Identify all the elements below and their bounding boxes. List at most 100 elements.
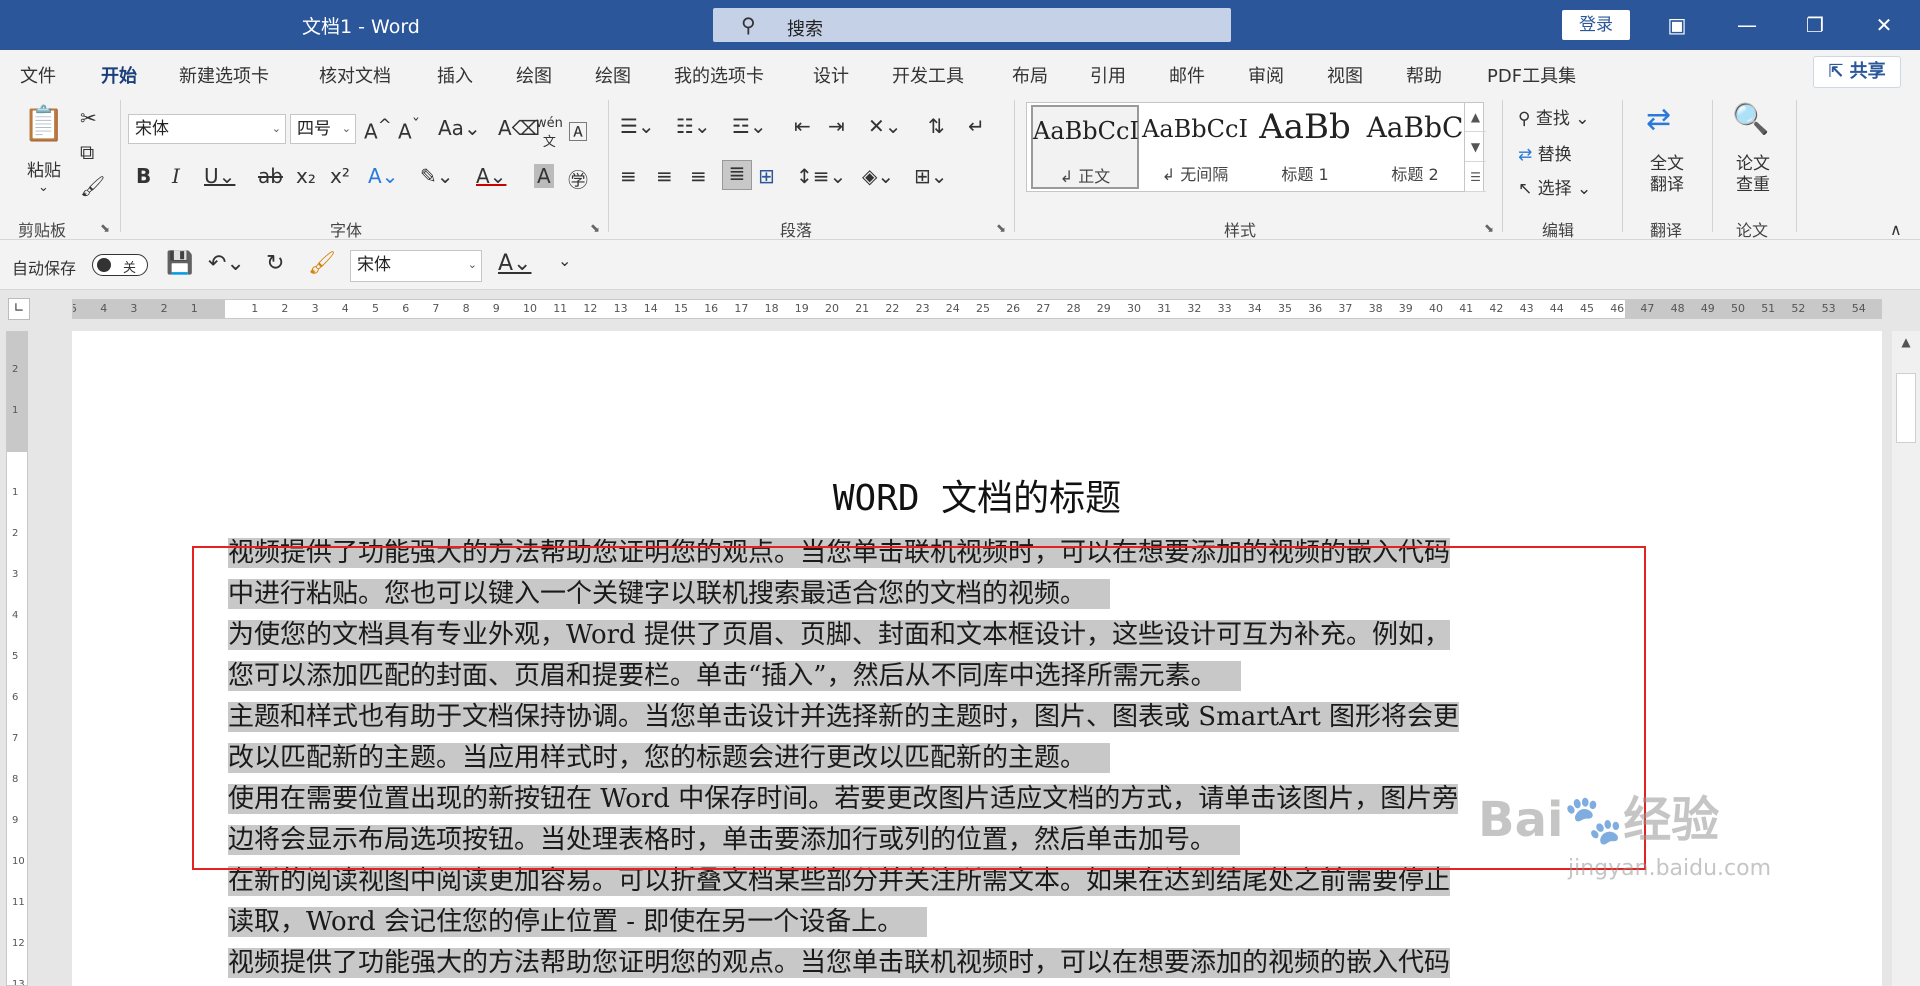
style-heading-1[interactable]: AaBb 标题 1 xyxy=(1251,105,1359,189)
body-line[interactable]: 视频提供了功能强大的方法帮助您证明您的观点。当您单击联机视频时，可以在想要添加的… xyxy=(228,533,1628,574)
tab-review[interactable]: 审阅 xyxy=(1248,62,1284,88)
body-line[interactable]: 为使您的文档具有专业外观，Word 提供了页眉、页脚、封面和文本框设计，这些设计… xyxy=(228,615,1628,656)
multilevel-list-icon[interactable]: ☲⌄ xyxy=(732,114,767,138)
style-normal[interactable]: AaBbCcI ↲ 正文 xyxy=(1031,105,1139,189)
format-painter-icon[interactable]: 🖌 xyxy=(80,174,105,198)
borders-icon[interactable]: ⊞⌄ xyxy=(914,164,948,188)
body-line[interactable]: 在新的阅读视图中阅读更加容易。可以折叠文档某些部分并关注所需文本。如果在达到结尾… xyxy=(228,861,1628,902)
tab-draw-2[interactable]: 绘图 xyxy=(595,62,631,88)
vertical-ruler[interactable]: 32112345678910111213 xyxy=(6,331,28,986)
chevron-down-icon[interactable]: ▼ xyxy=(1465,132,1486,162)
align-right-icon[interactable]: ≡ xyxy=(690,164,707,188)
paper-check-button[interactable]: 论文 查重 xyxy=(1732,154,1774,196)
change-case-icon[interactable]: Aa⌄ xyxy=(438,116,481,140)
font-launcher-icon[interactable]: ⬊ xyxy=(590,221,600,235)
paste-dropdown-icon[interactable]: ⌄ xyxy=(38,180,49,195)
find-button[interactable]: ⚲ 查找 ⌄ xyxy=(1518,104,1590,129)
cut-icon[interactable]: ✂ xyxy=(80,106,97,130)
tab-help[interactable]: 帮助 xyxy=(1406,62,1442,88)
document-heading[interactable]: WORD 文档的标题 xyxy=(72,469,1882,521)
styles-launcher-icon[interactable]: ⬊ xyxy=(1484,221,1494,235)
font-color-icon[interactable]: A⌄ xyxy=(498,251,531,276)
scroll-up-icon[interactable]: ▲ xyxy=(1896,335,1916,355)
distributed-icon[interactable]: ⊞ xyxy=(758,164,775,188)
align-left-icon[interactable]: ≡ xyxy=(620,164,637,188)
translate-button[interactable]: 全文 翻译 xyxy=(1646,154,1688,196)
body-line[interactable]: 改以匹配新的主题。当应用样式时，您的标题会进行更改以匹配新的主题。 xyxy=(228,738,1628,779)
collapse-ribbon-icon[interactable]: ∧ xyxy=(1890,220,1902,239)
character-shading-icon[interactable]: A xyxy=(534,164,554,188)
underline-icon[interactable]: U⌄ xyxy=(204,164,235,188)
shading-icon[interactable]: ◈⌄ xyxy=(862,164,894,188)
minimize-icon[interactable]: — xyxy=(1727,8,1767,42)
font-name-combo[interactable]: 宋体 ⌄ xyxy=(128,114,286,144)
tab-insert[interactable]: 插入 xyxy=(437,62,473,88)
login-button[interactable]: 登录 xyxy=(1562,10,1630,40)
restore-icon[interactable]: ❐ xyxy=(1795,8,1835,42)
paste-button[interactable]: 粘贴 xyxy=(20,156,68,181)
paper-check-icon[interactable]: 🔍 xyxy=(1732,102,1769,137)
customize-qat-icon[interactable]: ⌄ xyxy=(558,251,571,270)
scroll-thumb[interactable] xyxy=(1896,373,1916,443)
tab-mailings[interactable]: 邮件 xyxy=(1169,62,1205,88)
grow-font-icon[interactable]: A^ xyxy=(364,116,392,144)
superscript-icon[interactable]: x² xyxy=(330,164,350,188)
body-line[interactable]: 视频提供了功能强大的方法帮助您证明您的观点。当您单击联机视频时，可以在想要添加的… xyxy=(228,943,1628,984)
tab-layout[interactable]: 布局 xyxy=(1012,62,1048,88)
subscript-icon[interactable]: x₂ xyxy=(296,164,316,188)
horizontal-ruler[interactable]: 5432112345678910111213141516171819202122… xyxy=(72,299,1882,319)
justify-icon[interactable]: ≣ xyxy=(722,160,752,190)
translate-icon[interactable]: ⇄ xyxy=(1646,102,1671,137)
tab-file[interactable]: 文件 xyxy=(20,62,56,88)
qat-font-combo[interactable]: 宋体 ⌄ xyxy=(350,250,482,282)
tab-home[interactable]: 开始 xyxy=(101,62,137,96)
format-painter-icon[interactable]: 🖌 xyxy=(308,251,336,276)
body-line[interactable]: 您可以添加匹配的封面、页眉和提要栏。单击“插入”，然后从不同库中选择所需元素。 xyxy=(228,656,1628,697)
increase-indent-icon[interactable]: ⇥ xyxy=(828,114,845,138)
style-heading-2[interactable]: AaBbC 标题 2 xyxy=(1361,105,1469,189)
tab-selector-icon[interactable]: ∟ xyxy=(8,298,30,320)
body-line[interactable]: 使用在需要位置出现的新按钮在 Word 中保存时间。若要更改图片适应文档的方式，… xyxy=(228,779,1628,820)
chevron-up-icon[interactable]: ▲ xyxy=(1465,102,1486,132)
chinese-layout-icon[interactable]: ✕⌄ xyxy=(868,114,902,138)
document-body[interactable]: 视频提供了功能强大的方法帮助您证明您的观点。当您单击联机视频时，可以在想要添加的… xyxy=(228,533,1628,984)
paragraph-launcher-icon[interactable]: ⬊ xyxy=(996,221,1006,235)
ribbon-display-options-icon[interactable]: ▣ xyxy=(1657,8,1697,42)
tab-design[interactable]: 设计 xyxy=(813,62,849,88)
highlight-icon[interactable]: ✎⌄ xyxy=(420,164,454,188)
shrink-font-icon[interactable]: Aˇ xyxy=(398,116,420,144)
character-border-icon[interactable]: 🄰 xyxy=(568,116,588,145)
clipboard-launcher-icon[interactable]: ⬊ xyxy=(100,221,110,235)
phonetic-guide-icon[interactable]: wén 文 xyxy=(536,116,563,150)
strikethrough-icon[interactable]: ab xyxy=(258,164,283,188)
style-no-spacing[interactable]: AaBbCcI ↲ 无间隔 xyxy=(1141,105,1249,189)
tab-new-tab[interactable]: 新建选项卡 xyxy=(179,62,269,88)
tab-developer[interactable]: 开发工具 xyxy=(892,62,964,88)
redo-icon[interactable]: ↻ xyxy=(266,251,284,276)
clear-formatting-icon[interactable]: A⌫ xyxy=(498,116,540,140)
font-color-icon[interactable]: A⌄ xyxy=(476,164,506,188)
body-line[interactable]: 中进行粘贴。您也可以键入一个关键字以联机搜索最适合您的文档的视频。 xyxy=(228,574,1628,615)
italic-icon[interactable]: I xyxy=(172,164,180,188)
numbering-icon[interactable]: ☷⌄ xyxy=(676,114,711,138)
more-styles-icon[interactable]: ☰ xyxy=(1465,162,1486,192)
copy-icon[interactable]: ⧉ xyxy=(80,140,94,164)
bullets-icon[interactable]: ☰⌄ xyxy=(620,114,655,138)
undo-icon[interactable]: ↶⌄ xyxy=(208,251,245,276)
show-marks-icon[interactable]: ↵ xyxy=(968,114,985,138)
line-spacing-icon[interactable]: ↕≡⌄ xyxy=(796,164,846,188)
tab-check-document[interactable]: 核对文档 xyxy=(319,62,391,88)
bold-icon[interactable]: B xyxy=(136,164,151,188)
decrease-indent-icon[interactable]: ⇤ xyxy=(794,114,811,138)
autosave-toggle[interactable]: 关 xyxy=(92,254,148,276)
sort-icon[interactable]: ⇅ xyxy=(928,114,945,138)
vertical-scrollbar[interactable]: ▲ xyxy=(1892,331,1920,986)
tab-my-tab[interactable]: 我的选项卡 xyxy=(674,62,764,88)
document-page[interactable]: WORD 文档的标题 视频提供了功能强大的方法帮助您证明您的观点。当您单击联机视… xyxy=(72,331,1882,986)
share-button[interactable]: ⇱ 共享 xyxy=(1813,56,1901,88)
body-line[interactable]: 主题和样式也有助于文档保持协调。当您单击设计并选择新的主题时，图片、图表或 Sm… xyxy=(228,697,1628,738)
text-effects-icon[interactable]: A⌄ xyxy=(368,164,398,188)
align-center-icon[interactable]: ≡ xyxy=(656,164,673,188)
search-box[interactable]: ⚲ 搜索 xyxy=(713,8,1231,42)
replace-button[interactable]: ⇄ 替换 xyxy=(1518,140,1572,165)
